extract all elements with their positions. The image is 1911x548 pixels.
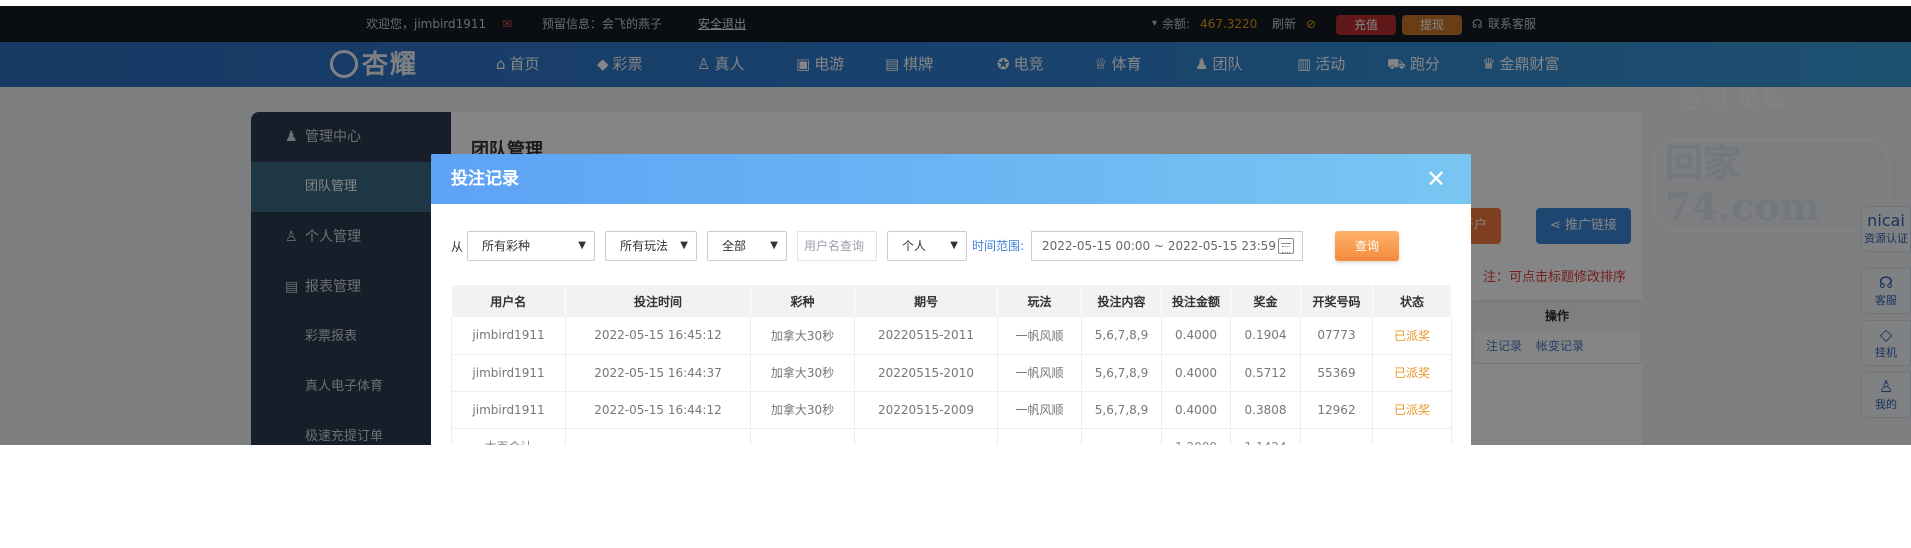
time-range-picker[interactable]: 2022-05-15 00:00 ~ 2022-05-15 23:59 [1031,231,1303,261]
table-cell: 5,6,7,8,9 [1081,317,1162,355]
summary-cell [565,428,751,445]
time-range-label: 时间范围: [972,239,1025,253]
caret-down-icon: ▼ [578,240,586,251]
column-header[interactable]: 玩法 [997,285,1082,317]
table-cell: 5,6,7,8,9 [1081,391,1162,429]
summary-cell: 1.1424 [1230,428,1301,445]
table-cell: 0.1904 [1230,317,1301,355]
table-cell: 一帆风顺 [997,391,1082,429]
summary-cell: 本页合计 [451,428,566,445]
status-select-value: 全部 [722,239,747,253]
table-cell: 20220515-2009 [854,391,998,429]
lottery-select-value: 所有彩种 [482,239,531,253]
table-cell: 0.4000 [1161,391,1231,429]
table-cell: 加拿大30秒 [750,391,855,429]
caret-down-icon: ▼ [680,240,688,251]
table-cell: 20220515-2011 [854,317,998,355]
play-select[interactable]: 所有玩法 ▼ [605,231,697,261]
table-row: jimbird1911 2022-05-15 16:44:37 加拿大30秒 2022… [451,354,1452,392]
query-button[interactable]: 查询 [1335,231,1399,261]
column-header[interactable]: 彩种 [750,285,855,317]
column-header[interactable]: 开奖号码 [1300,285,1373,317]
table-cell: 已派奖 [1372,354,1452,392]
table-header-row: 用户名 投注时间 彩种 期号 玩法 投注内容 投注金额 奖金 开奖号码 状态 [451,285,1452,317]
table-cell: jimbird1911 [451,354,566,392]
bet-record-table: 用户名 投注时间 彩种 期号 玩法 投注内容 投注金额 奖金 开奖号码 状态 jimbird191… [451,285,1452,445]
table-cell: 已派奖 [1372,391,1452,429]
table-cell: 一帆风顺 [997,354,1082,392]
summary-cell [854,428,998,445]
from-label: 从 [451,240,464,254]
table-cell: 加拿大30秒 [750,354,855,392]
table-cell: 0.3808 [1230,391,1301,429]
filter-bar: 从 所有彩种 ▼ 所有玩法 ▼ 全部 ▼ 个人 ▼ 时间范围: 2022-05-15 0… [451,231,1451,263]
table-cell: 2022-05-15 16:44:12 [565,391,751,429]
table-cell: 5,6,7,8,9 [1081,354,1162,392]
table-cell: 0.4000 [1161,317,1231,355]
app-window: 欢迎您，jimbird1911 ✉ 预留信息：会飞的燕子 安全退出 ▾ 余额: … [0,6,1911,445]
table-cell: 12962 [1300,391,1373,429]
table-row: jimbird1911 2022-05-15 16:44:12 加拿大30秒 2022… [451,391,1452,429]
bet-record-dialog: 投注记录 ✕ 从 所有彩种 ▼ 所有玩法 ▼ 全部 ▼ 个人 ▼ 时间范围: 2022-… [431,154,1471,445]
table-cell: 20220515-2010 [854,354,998,392]
summary-cell: 1.2000 [1161,428,1231,445]
username-input[interactable] [797,231,877,261]
table-cell: 已派奖 [1372,317,1452,355]
table-cell: 0.4000 [1161,354,1231,392]
time-range-value: 2022-05-15 00:00 ~ 2022-05-15 23:59 [1042,239,1276,253]
summary-cell [997,428,1082,445]
table-cell: 0.5712 [1230,354,1301,392]
summary-row: 本页合计 1.20001.1424 [451,428,1452,445]
column-header[interactable]: 投注金额 [1161,285,1231,317]
column-header[interactable]: 奖金 [1230,285,1301,317]
column-header[interactable]: 状态 [1372,285,1452,317]
summary-cell [1372,428,1452,445]
table-cell: 2022-05-15 16:44:37 [565,354,751,392]
calendar-icon[interactable] [1278,238,1294,254]
table-cell: 一帆风顺 [997,317,1082,355]
scope-select-value: 个人 [902,239,927,253]
table-cell: jimbird1911 [451,391,566,429]
column-header[interactable]: 期号 [854,285,998,317]
close-icon[interactable]: ✕ [1423,166,1449,192]
play-select-value: 所有玩法 [620,239,669,253]
lottery-select[interactable]: 所有彩种 ▼ [467,231,595,261]
dialog-header: 投注记录 ✕ [431,154,1471,204]
table-cell: 55369 [1300,354,1373,392]
caret-down-icon: ▼ [950,240,958,251]
dialog-title: 投注记录 [451,169,519,189]
column-header[interactable]: 投注内容 [1081,285,1162,317]
summary-cell [750,428,855,445]
table-cell: 加拿大30秒 [750,317,855,355]
status-select[interactable]: 全部 ▼ [707,231,787,261]
screenshot: 欢迎您，jimbird1911 ✉ 预留信息：会飞的燕子 安全退出 ▾ 余额: … [0,0,1911,548]
table-row: jimbird1911 2022-05-15 16:45:12 加拿大30秒 2022… [451,317,1452,355]
summary-cell [1300,428,1373,445]
summary-cell [1081,428,1162,445]
column-header[interactable]: 投注时间 [565,285,751,317]
caret-down-icon: ▼ [770,240,778,251]
table-cell: jimbird1911 [451,317,566,355]
scope-select[interactable]: 个人 ▼ [887,231,967,261]
table-cell: 07773 [1300,317,1373,355]
column-header[interactable]: 用户名 [451,285,566,317]
table-cell: 2022-05-15 16:45:12 [565,317,751,355]
